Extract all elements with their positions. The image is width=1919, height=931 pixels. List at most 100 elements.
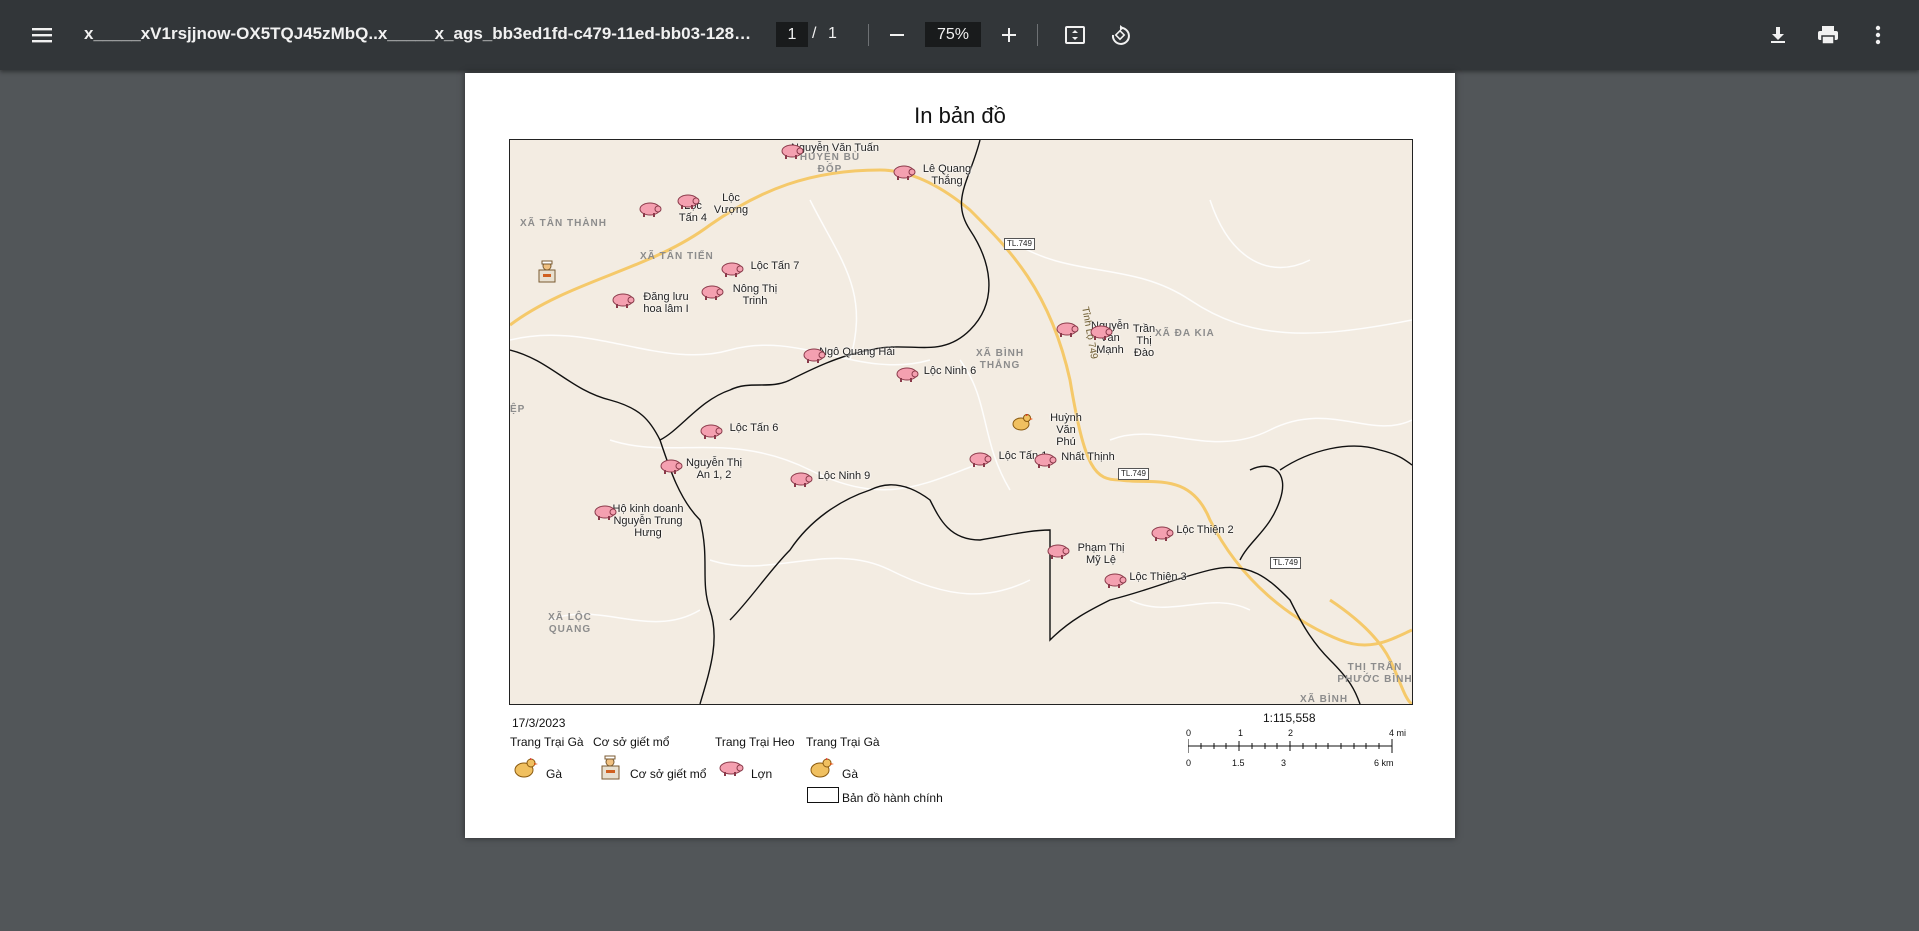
pig-icon [896, 367, 919, 382]
scale-bar [1188, 739, 1393, 753]
pig-icon [660, 459, 683, 474]
farm-marker[interactable]: Lộc Thiện 2 [1150, 524, 1260, 541]
zoom-in-icon[interactable] [991, 17, 1027, 53]
region-label: ỆP [510, 404, 526, 415]
pig-icon [1056, 322, 1079, 337]
pig-icon [1104, 573, 1127, 588]
farm-marker[interactable]: Ngô Quang Hải [802, 346, 912, 363]
scale-tick-mi: 2 [1288, 728, 1294, 738]
pig-icon [781, 144, 804, 159]
farm-label: Phạm Thị Mỹ Lệ [1077, 542, 1125, 566]
more-vert-icon[interactable] [1860, 17, 1896, 53]
farm-marker[interactable]: Lộc Thiện 3 [1103, 571, 1213, 588]
scale-tick-mi: 1 [1238, 728, 1244, 738]
legend-label: Lợn [751, 767, 773, 781]
current-page-input[interactable]: 1 [776, 22, 808, 47]
farm-marker[interactable]: Nguyễn Thị An 1, 2 [659, 457, 769, 481]
pig-icon [701, 285, 724, 300]
chicken-icon [514, 758, 538, 778]
pig-icon [719, 761, 744, 776]
legend-label: Bản đồ hành chính [842, 791, 943, 805]
zoom-level-input[interactable]: 75% [925, 22, 981, 47]
scale-tick-mi: 0 [1186, 728, 1192, 738]
scale-tick-mi: 4 mi [1389, 728, 1407, 738]
legend-header: Trang Trại Gà [806, 735, 880, 749]
toolbar-divider [868, 24, 869, 46]
pig-icon [639, 202, 662, 217]
farm-marker[interactable]: Phạm Thị Mỹ Lệ [1046, 542, 1156, 566]
farm-marker[interactable]: Lộc Vượng [676, 192, 786, 216]
pig-icon [677, 194, 700, 209]
legend-label: Gà [842, 767, 859, 781]
pig-icon [721, 262, 744, 277]
toolbar-divider [1037, 24, 1038, 46]
farm-marker[interactable]: Nông Thị Trinh [700, 283, 810, 307]
farm-marker[interactable]: Nguyễn Văn Tuấn [780, 142, 890, 159]
farm-marker[interactable]: Lộc Tấn 7 [720, 260, 830, 277]
pig-icon [612, 293, 635, 308]
scale-tick-km: 1.5 [1232, 758, 1245, 768]
farm-marker[interactable]: Trần Thị Đào [1089, 323, 1199, 359]
farm-marker[interactable]: Lộc Tấn 6 [699, 422, 809, 439]
map-frame: XÃ TÂN THÀNH XÃ TÂN TIẾN HUYỆN BÙ ĐỐP XÃ… [509, 139, 1413, 705]
scale-tick-km: 6 km [1374, 758, 1394, 768]
farm-label: Hộ kinh doanh Nguyễn Trung Hưng [612, 503, 684, 539]
slaughterhouse-icon[interactable] [536, 260, 558, 284]
legend-header: Cơ sở giết mổ [593, 735, 670, 749]
farm-marker[interactable]: Huỳnh Văn Phú [1011, 412, 1121, 448]
region-label: HUYỆN BÙ ĐỐP [799, 152, 861, 175]
region-label: XÃ TÂN THÀNH [520, 218, 607, 229]
scale-ratio: 1:115,558 [1263, 711, 1316, 725]
farm-marker[interactable]: Lê Quang Thắng [892, 163, 1002, 187]
farm-label: Nông Thị Trinh [732, 283, 778, 307]
pdf-page: In bản đồ XÃ TÂN THÀNH XÃ TÂN TIẾN HUYỆN… [465, 73, 1455, 838]
pig-icon [969, 452, 992, 467]
legend-header: Trang Trại Gà [510, 735, 584, 749]
road-shield: TL.749 [1118, 468, 1149, 480]
farm-marker[interactable]: Lộc Ninh 6 [895, 365, 1005, 382]
region-label: XÃ TÂN TIẾN [640, 251, 714, 262]
road-shield: TL.749 [1270, 557, 1301, 569]
pdf-toolbar: x_____xV1rsjjnow-OX5TQJ45zMbQ..x_____x_a… [0, 0, 1919, 70]
scale-tick-km: 3 [1281, 758, 1287, 768]
hamburger-menu-icon[interactable] [22, 17, 62, 53]
zoom-out-icon[interactable] [879, 17, 915, 53]
slaughterhouse-icon [601, 755, 620, 780]
farm-label: Huỳnh Văn Phú [1050, 412, 1082, 448]
pig-icon [1090, 325, 1113, 340]
print-date: 17/3/2023 [512, 716, 566, 730]
farm-label: Nguyễn Thị An 1, 2 [685, 457, 743, 481]
rotate-icon[interactable] [1102, 17, 1138, 53]
document-title: x_____xV1rsjjnow-OX5TQJ45zMbQ..x_____x_a… [84, 24, 756, 43]
fit-page-icon[interactable] [1057, 17, 1093, 53]
download-icon[interactable] [1760, 17, 1796, 53]
pig-icon [1034, 453, 1057, 468]
admin-boundary-swatch [807, 787, 839, 803]
region-label: THỊ TRẤN PHƯỚC BÌNH [1337, 662, 1413, 685]
pig-icon [790, 472, 813, 487]
pig-icon [594, 505, 617, 520]
farm-marker[interactable]: Hộ kinh doanh Nguyễn Trung Hưng [593, 503, 703, 539]
scale-tick-km: 0 [1186, 758, 1192, 768]
legend-header: Trang Trại Heo [715, 735, 795, 749]
page-title: In bản đồ [914, 103, 1006, 128]
pig-icon [803, 348, 826, 363]
region-label: XÃ BÌNH [1300, 694, 1349, 705]
chicken-icon [1012, 414, 1033, 431]
print-icon[interactable] [1810, 17, 1846, 53]
legend-label: Gà [546, 767, 563, 781]
farm-label: Đăng lưu hoa lâm I [643, 291, 689, 315]
page-separator: / [812, 25, 817, 42]
region-label: XÃ LỘC QUANG [548, 612, 592, 635]
farm-label: Lộc Vượng [713, 192, 749, 216]
pig-icon [893, 165, 916, 180]
total-pages: 1 [828, 25, 837, 42]
farm-marker[interactable]: Lộc Ninh 9 [789, 470, 899, 487]
farm-marker[interactable]: Nhất Thịnh [1033, 451, 1143, 468]
pig-icon [1151, 526, 1174, 541]
farm-label: Lê Quang Thắng [922, 163, 972, 187]
pig-icon [1047, 544, 1070, 559]
chicken-icon [810, 758, 834, 778]
map-background [510, 140, 1412, 704]
legend-label: Cơ sở giết mổ [630, 767, 707, 781]
